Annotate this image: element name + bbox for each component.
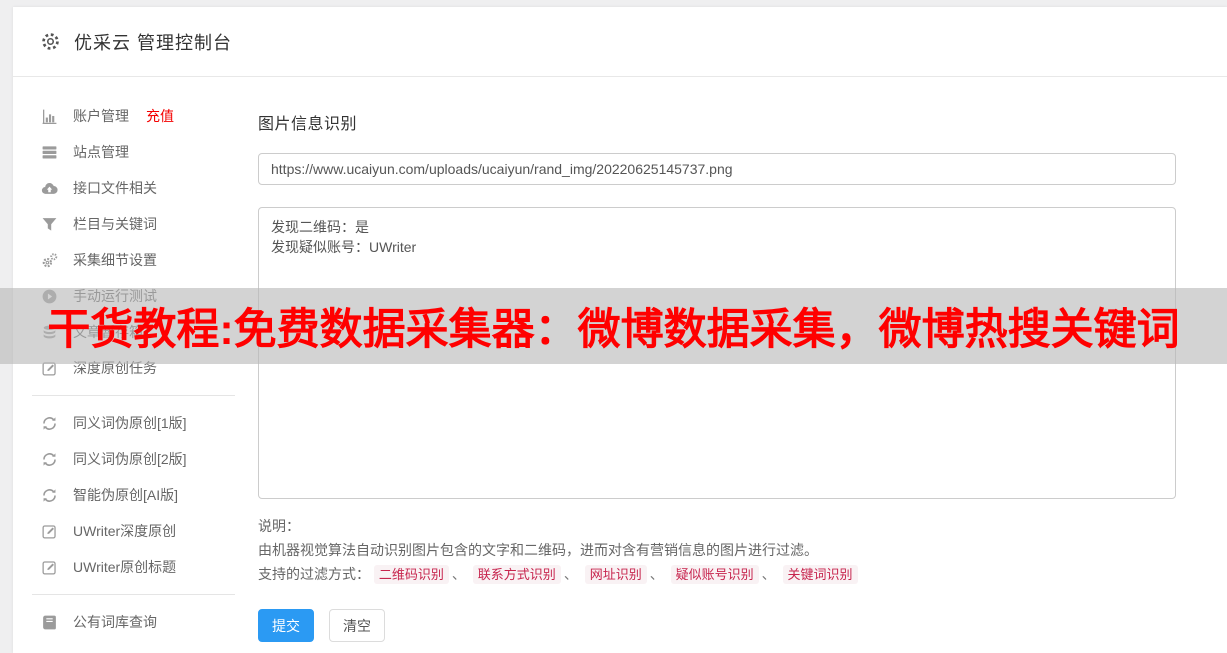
sidebar-item-label: UWriter原创标题: [73, 559, 177, 575]
refresh-icon: [43, 416, 56, 430]
server-icon: [42, 145, 57, 158]
sidebar-item-label: 站点管理: [73, 144, 129, 160]
sidebar-divider: [32, 594, 235, 595]
sidebar: 账户管理 充值 站点管理 接口文件相关 栏目与关键词 采集细节设置 深度原创任务…: [13, 77, 258, 653]
app-header: 优采云 管理控制台: [13, 7, 1227, 77]
gears-icon: [42, 252, 58, 267]
description-block: 说明： 由机器视觉算法自动识别图片包含的文字和二维码，进而对含有营销信息的图片进…: [258, 514, 1176, 587]
sidebar-item-sites[interactable]: 站点管理: [13, 134, 258, 170]
cloud-upload-icon: [41, 182, 58, 194]
filter-tag-suspect-account: 疑似账号识别: [670, 565, 759, 584]
sidebar-item-collect-settings[interactable]: 采集细节设置: [13, 242, 258, 278]
app-title: 优采云 管理控制台: [74, 32, 233, 53]
tag-separator: 、: [649, 566, 664, 582]
sidebar-item-label: 接口文件相关: [73, 180, 157, 196]
refresh-icon: [43, 488, 56, 502]
filter-tag-url: 网址识别: [584, 565, 647, 584]
sidebar-item-label: 栏目与关键词: [73, 216, 157, 232]
submit-button[interactable]: 提交: [258, 609, 314, 642]
sidebar-item-label: 账户管理: [73, 108, 129, 124]
sidebar-item-label: 同义词伪原创[1版]: [73, 415, 187, 431]
sidebar-item-label: UWriter深度原创: [73, 523, 177, 539]
sidebar-item-label: 公有词库查询: [73, 614, 157, 630]
tag-separator: 、: [563, 566, 578, 582]
filter-icon: [42, 217, 57, 231]
sidebar-item-account[interactable]: 账户管理 充值: [13, 98, 258, 134]
sidebar-item-api-files[interactable]: 接口文件相关: [13, 170, 258, 206]
button-row: 提交 清空: [258, 609, 1176, 642]
bar-chart-icon: [42, 109, 57, 124]
sidebar-item-columns-keywords[interactable]: 栏目与关键词: [13, 206, 258, 242]
sidebar-item-uwriter-deep[interactable]: UWriter深度原创: [13, 513, 258, 549]
sidebar-item-ai-rewrite[interactable]: 智能伪原创[AI版]: [13, 477, 258, 513]
filter-tag-keyword: 关键词识别: [782, 565, 858, 584]
description-heading: 说明：: [258, 518, 300, 534]
refresh-icon: [43, 452, 56, 466]
filter-tag-contact: 联系方式识别: [472, 565, 561, 584]
recharge-badge[interactable]: 充值: [146, 106, 174, 126]
sidebar-item-uwriter-title[interactable]: UWriter原创标题: [13, 549, 258, 585]
page-title: 图片信息识别: [258, 116, 358, 133]
tag-separator: 、: [451, 566, 466, 582]
sidebar-item-label: 智能伪原创[AI版]: [73, 487, 179, 503]
main-content: 图片信息识别 发现二维码：是 发现疑似账号：UWriter 说明： 由机器视觉算…: [258, 77, 1227, 653]
filter-tag-qrcode: 二维码识别: [373, 565, 449, 584]
filter-methods-line: 支持的过滤方式： 二维码识别、 联系方式识别、 网址识别、 疑似账号识别、 关键…: [258, 562, 1176, 587]
image-url-input[interactable]: [258, 153, 1176, 185]
sidebar-item-synonym-v2[interactable]: 同义词伪原创[2版]: [13, 441, 258, 477]
sidebar-divider: [32, 395, 235, 396]
sidebar-item-label: 采集细节设置: [73, 252, 157, 268]
sidebar-item-label: 同义词伪原创[2版]: [73, 451, 187, 467]
edit-icon: [42, 524, 56, 539]
filter-methods-prefix: 支持的过滤方式：: [258, 566, 370, 582]
sidebar-item-synonym-v1[interactable]: 同义词伪原创[1版]: [13, 405, 258, 441]
gear-icon: [42, 33, 59, 50]
description-line: 由机器视觉算法自动识别图片包含的文字和二维码，进而对含有营销信息的图片进行过滤。: [258, 542, 818, 558]
book-icon: [43, 615, 56, 629]
promo-banner-text: 干货教程:免费数据采集器：微博数据采集，微博热搜关键词: [47, 306, 1180, 354]
promo-banner-overlay: 干货教程:免费数据采集器：微博数据采集，微博热搜关键词: [0, 288, 1227, 364]
tag-separator: 、: [761, 566, 776, 582]
clear-button[interactable]: 清空: [329, 609, 385, 642]
sidebar-item-public-thesaurus[interactable]: 公有词库查询: [13, 604, 258, 640]
edit-icon: [42, 560, 56, 575]
